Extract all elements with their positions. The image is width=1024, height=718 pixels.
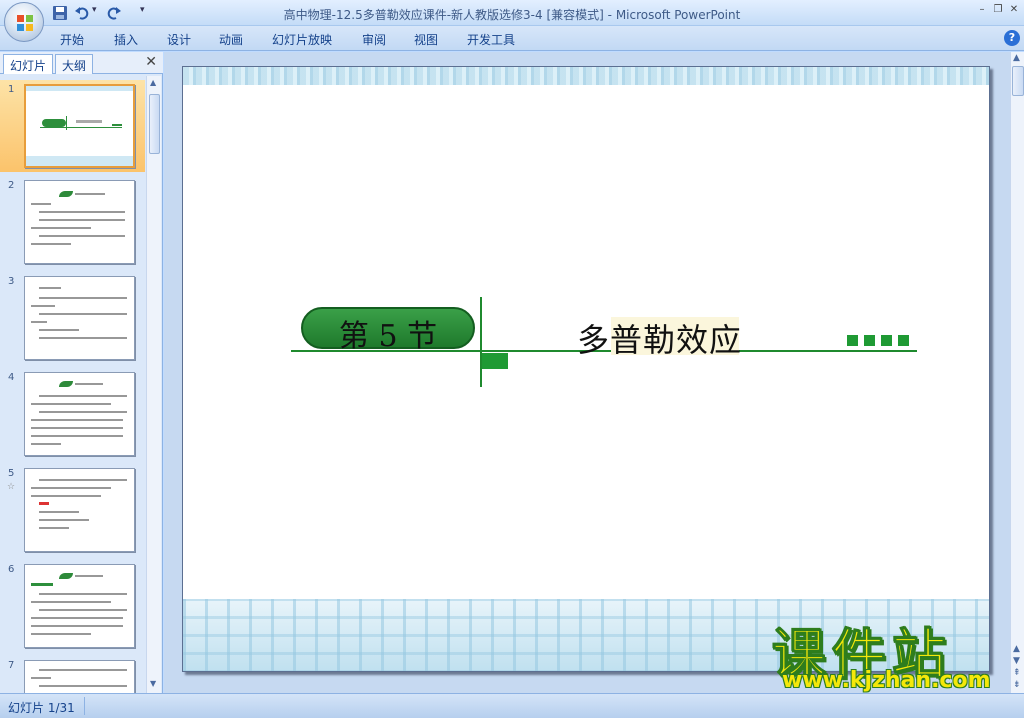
slide-number: 4 [8,372,15,383]
tab-slideshow[interactable]: 幻灯片放映 [272,31,332,48]
document-title: 高中物理-12.5多普勒效应课件-新人教版选修3-4 [兼容模式] [283,8,604,22]
status-separator [84,697,85,715]
tab-home[interactable]: 开始 [60,31,84,48]
previous-slide-icon[interactable]: ⇞ [1013,668,1021,678]
slide-thumbnail[interactable] [24,84,135,168]
tab-slides[interactable]: 幻灯片 [3,54,54,74]
decoration-square [898,335,909,346]
watermark-url: www.kjzhan.com [782,668,991,693]
scroll-up-arrow-icon[interactable]: ▲ [150,78,156,87]
title-divider-line [480,297,482,387]
tab-view[interactable]: 视图 [414,31,438,48]
office-logo-icon [17,15,33,31]
slide-thumbnail-list: 1 2 3 4 5 ☆ 6 7 [0,76,145,693]
slide-title[interactable]: 多普勒效应 [577,315,742,361]
help-icon[interactable]: ? [1004,30,1020,46]
slide-thumbnail-row[interactable]: 7 [0,656,145,693]
close-pane-icon[interactable]: ✕ [145,54,157,70]
slide-number: 2 [8,180,15,191]
current-slide[interactable]: 第 5 节 多普勒效应 [182,66,990,672]
app-name: Microsoft PowerPoint [615,8,741,22]
section-label-pill[interactable]: 第 5 节 [301,307,475,354]
slide-editing-area: 第 5 节 多普勒效应 [164,52,1010,693]
slide-number: 5 [8,468,15,479]
scroll-up-arrow-icon[interactable]: ▲ [1013,53,1020,63]
slide-thumbnail[interactable] [24,372,135,456]
scroll-down-arrow-icon[interactable]: ▼ [150,679,156,688]
slide-thumbnail-row[interactable]: 6 [0,560,145,652]
tab-animations[interactable]: 动画 [219,31,243,48]
scrollbar-thumb[interactable] [149,94,160,154]
tab-developer[interactable]: 开发工具 [467,31,515,48]
decoration-square [881,335,892,346]
restore-button[interactable]: ❐ [992,4,1004,16]
next-slide-icon[interactable]: ⇟ [1013,680,1021,690]
slide-thumbnail-row[interactable]: 5 ☆ [0,464,145,556]
tab-outline[interactable]: 大纲 [55,54,94,74]
tab-review[interactable]: 审阅 [362,31,386,48]
close-window-button[interactable]: ✕ [1008,4,1020,16]
tab-insert[interactable]: 插入 [114,31,138,48]
scroll-down-arrow-icon[interactable]: ▼ [1013,656,1020,666]
slide-thumbnail[interactable] [24,468,135,552]
scroll-down-arrow-icon[interactable]: ▲ [1013,644,1020,654]
slide-number: 6 [8,564,15,575]
slide-number: 7 [8,660,15,671]
tab-design[interactable]: 设计 [167,31,191,48]
scrollbar-thumb[interactable] [1012,66,1024,96]
decoration-square [847,335,858,346]
slide-thumbnail-row[interactable]: 4 [0,368,145,460]
slide-top-band [183,67,989,85]
slide-thumbnail-row[interactable]: 1 [0,80,145,172]
status-bar: 幻灯片 1/31 [0,693,1024,718]
main-vertical-scrollbar[interactable]: ▲ ▲ ▼ ⇞ ⇟ [1010,52,1024,693]
slide-thumbnail[interactable] [24,660,135,693]
slide-indicator: 幻灯片 1/31 [8,701,75,715]
slide-thumbnail[interactable] [24,276,135,360]
ribbon-tabs: 开始 插入 设计 动画 幻灯片放映 审阅 视图 开发工具 ? [0,26,1024,51]
slides-pane: 幻灯片 大纲 ✕ 1 2 3 4 5 ☆ 6 7 ▲ ▼ [0,52,163,693]
pane-tabs: 幻灯片 大纲 ✕ [0,52,163,74]
title-bar: ▾ ▾ 高中物理-12.5多普勒效应课件-新人教版选修3-4 [兼容模式] - … [0,0,1024,42]
slide-number: 1 [8,84,15,95]
decoration-square [864,335,875,346]
slide-thumbnail[interactable] [24,564,135,648]
slide-thumbnail-row[interactable]: 2 [0,176,145,268]
slide-thumbnail[interactable] [24,180,135,264]
green-square-decoration [482,353,508,369]
slide-number: 3 [8,276,15,287]
section-label: 第 5 节 [338,319,438,354]
slides-pane-scrollbar[interactable]: ▲ ▼ [146,76,161,693]
minimize-button[interactable]: – [976,4,988,16]
office-button[interactable] [4,2,44,42]
window-title: 高中物理-12.5多普勒效应课件-新人教版选修3-4 [兼容模式] - Micr… [283,8,741,22]
animation-indicator-icon[interactable]: ☆ [7,482,15,492]
slide-thumbnail-row[interactable]: 3 [0,272,145,364]
